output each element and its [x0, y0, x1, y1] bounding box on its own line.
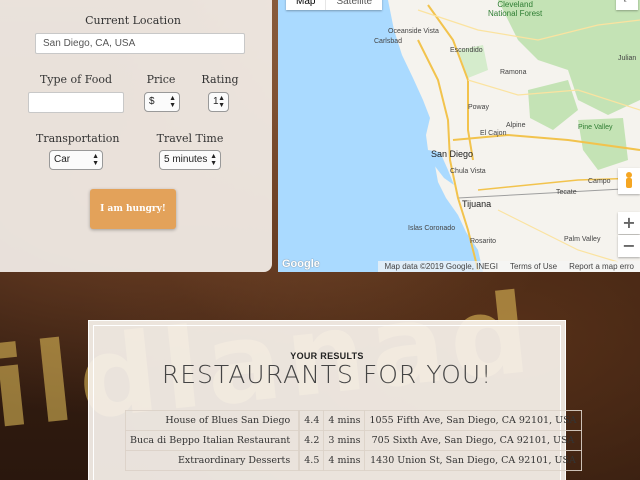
map-tab-satellite[interactable]: Satellite: [325, 0, 383, 10]
travel-select[interactable]: 5 minutes ▲ ▼: [159, 150, 221, 170]
table-row: House of Blues San Diego 4.4 4 mins 1055…: [124, 410, 582, 431]
location-label: Current Location: [85, 14, 181, 27]
map-label-alpine: Alpine: [506, 122, 526, 129]
map-label-tecate: Tecate: [556, 189, 577, 196]
map-label-elcajon: El Cajon: [480, 130, 507, 137]
restaurant-rating: 4.5: [299, 450, 325, 471]
map-label-tijuana: Tijuana: [462, 199, 492, 209]
restaurant-name: House of Blues San Diego: [124, 410, 300, 431]
results-table: House of Blues San Diego 4.4 4 mins 1055…: [124, 410, 582, 471]
rating-select[interactable]: 1 ▲ ▼: [208, 92, 229, 112]
zoom-out-button[interactable]: −: [618, 235, 640, 257]
map-label-julian: Julian: [618, 55, 637, 62]
chevron-updown-icon: ▲ ▼: [210, 153, 217, 167]
restaurant-name: Buca di Beppo Italian Restaurant: [124, 430, 300, 451]
restaurant-time: 4 mins: [323, 410, 366, 431]
restaurant-time: 3 mins: [323, 430, 366, 451]
fullscreen-icon[interactable]: ⤢: [616, 0, 638, 10]
travel-label: Travel Time: [156, 132, 224, 145]
price-select[interactable]: $ ▲ ▼: [144, 92, 180, 112]
chevron-updown-icon: ▲ ▼: [92, 153, 99, 167]
location-input[interactable]: San Diego, CA, USA: [35, 33, 245, 54]
map-label-pinevalley: Pine Valley: [578, 124, 613, 131]
price-select-value: $: [149, 96, 155, 107]
map-label-oceanside: Oceanside Vista: [388, 28, 439, 35]
map-label-escondido: Escondido: [450, 47, 483, 54]
food-label: Type of Food: [39, 73, 113, 86]
transport-select[interactable]: Car ▲ ▼: [49, 150, 103, 170]
map[interactable]: Map Satellite ⤢ ClevelandNational Forest…: [278, 0, 640, 272]
travel-select-value: 5 minutes: [164, 154, 208, 165]
map-label-ramona: Ramona: [500, 69, 527, 76]
map-type-tabs: Map Satellite: [286, 0, 383, 10]
map-canvas: [388, 0, 640, 272]
hungry-button[interactable]: I am hungry!: [90, 189, 176, 229]
table-row: Buca di Beppo Italian Restaurant 4.2 3 m…: [124, 430, 582, 451]
map-footer: Map data ©2019 Google, INEGI Terms of Us…: [378, 261, 640, 272]
map-attribution: Map data ©2019 Google, INEGI: [384, 262, 498, 271]
restaurant-time: 4 mins: [323, 450, 366, 471]
chevron-updown-icon: ▲ ▼: [218, 95, 225, 109]
price-label: Price: [146, 73, 176, 86]
map-report-link[interactable]: Report a map erro: [563, 261, 640, 272]
map-label-cleveland: Cleveland National Forest: [488, 0, 543, 18]
restaurant-name: Extraordinary Desserts: [124, 450, 300, 471]
rating-label: Rating: [201, 73, 239, 86]
restaurant-address: 1430 Union St, San Diego, CA 92101, USA: [364, 450, 582, 471]
table-row: Extraordinary Desserts 4.5 4 mins 1430 U…: [124, 450, 582, 471]
pegman-icon[interactable]: [618, 168, 640, 194]
map-label-carlsbad: Carlsbad: [374, 38, 403, 45]
results-card: YOUR RESULTS RESTAURANTS FOR YOU! House …: [88, 320, 582, 480]
restaurant-address: 705 Sixth Ave, San Diego, CA 92101, USA: [364, 430, 582, 451]
map-label-rosarito: Rosarito: [470, 238, 497, 245]
transport-label: Transportation: [36, 132, 120, 145]
restaurant-address: 1055 Fifth Ave, San Diego, CA 92101, USA: [364, 410, 582, 431]
map-label-chulavista: Chula Vista: [450, 168, 486, 175]
search-form: Current Location San Diego, CA, USA Type…: [0, 0, 272, 272]
google-logo: Google: [282, 258, 320, 270]
zoom-in-button[interactable]: +: [618, 212, 640, 234]
map-label-campo: Campo: [588, 178, 611, 185]
map-label-sandiego: San Diego: [431, 149, 474, 159]
map-label-islas: Islas Coronado: [408, 225, 456, 232]
food-input[interactable]: [28, 92, 124, 113]
results-title: RESTAURANTS FOR YOU!: [161, 360, 493, 389]
map-tab-map[interactable]: Map: [286, 0, 326, 10]
restaurant-rating: 4.2: [299, 430, 325, 451]
chevron-updown-icon: ▲ ▼: [169, 95, 176, 109]
map-terms-link[interactable]: Terms of Use: [504, 261, 563, 272]
map-label-palmvalley: Palm Valley: [564, 236, 601, 243]
transport-select-value: Car: [54, 154, 71, 165]
map-label-poway: Poway: [468, 104, 490, 111]
restaurant-rating: 4.4: [299, 410, 325, 431]
